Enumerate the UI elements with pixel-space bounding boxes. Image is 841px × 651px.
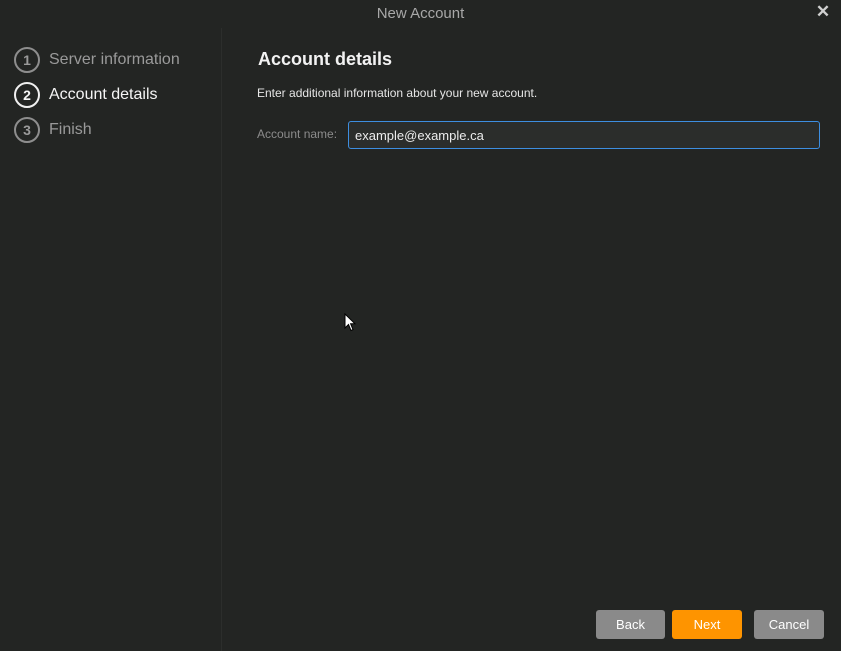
page-description: Enter additional information about your … — [257, 86, 538, 100]
step-number-1: 1 — [14, 47, 40, 73]
page-title: Account details — [258, 49, 393, 69]
step-account-details: 2 Account details — [14, 80, 158, 110]
close-icon[interactable]: ✕ — [815, 3, 831, 21]
step-number-2: 2 — [14, 82, 40, 108]
title-bar: New Account ✕ — [0, 0, 841, 28]
wizard-steps-sidebar: 1 Server information 2 Account details 3… — [0, 28, 222, 651]
wizard-content: Account details Enter additional informa… — [222, 28, 841, 651]
next-button[interactable]: Next — [672, 610, 742, 639]
cancel-button[interactable]: Cancel — [754, 610, 824, 639]
account-name-label: Account name: — [257, 127, 338, 141]
step-finish: 3 Finish — [14, 115, 92, 145]
step-server-information: 1 Server information — [14, 45, 180, 75]
step-label-account-details: Account details — [49, 86, 158, 103]
account-name-input[interactable] — [348, 121, 820, 149]
back-button[interactable]: Back — [596, 610, 665, 639]
new-account-dialog: New Account ✕ 1 Server information 2 Acc… — [0, 0, 841, 651]
step-number-3: 3 — [14, 117, 40, 143]
mouse-pointer-icon — [344, 313, 356, 332]
step-label-finish: Finish — [49, 121, 92, 138]
step-label-server-information: Server information — [49, 51, 180, 68]
window-title: New Account — [376, 5, 465, 22]
